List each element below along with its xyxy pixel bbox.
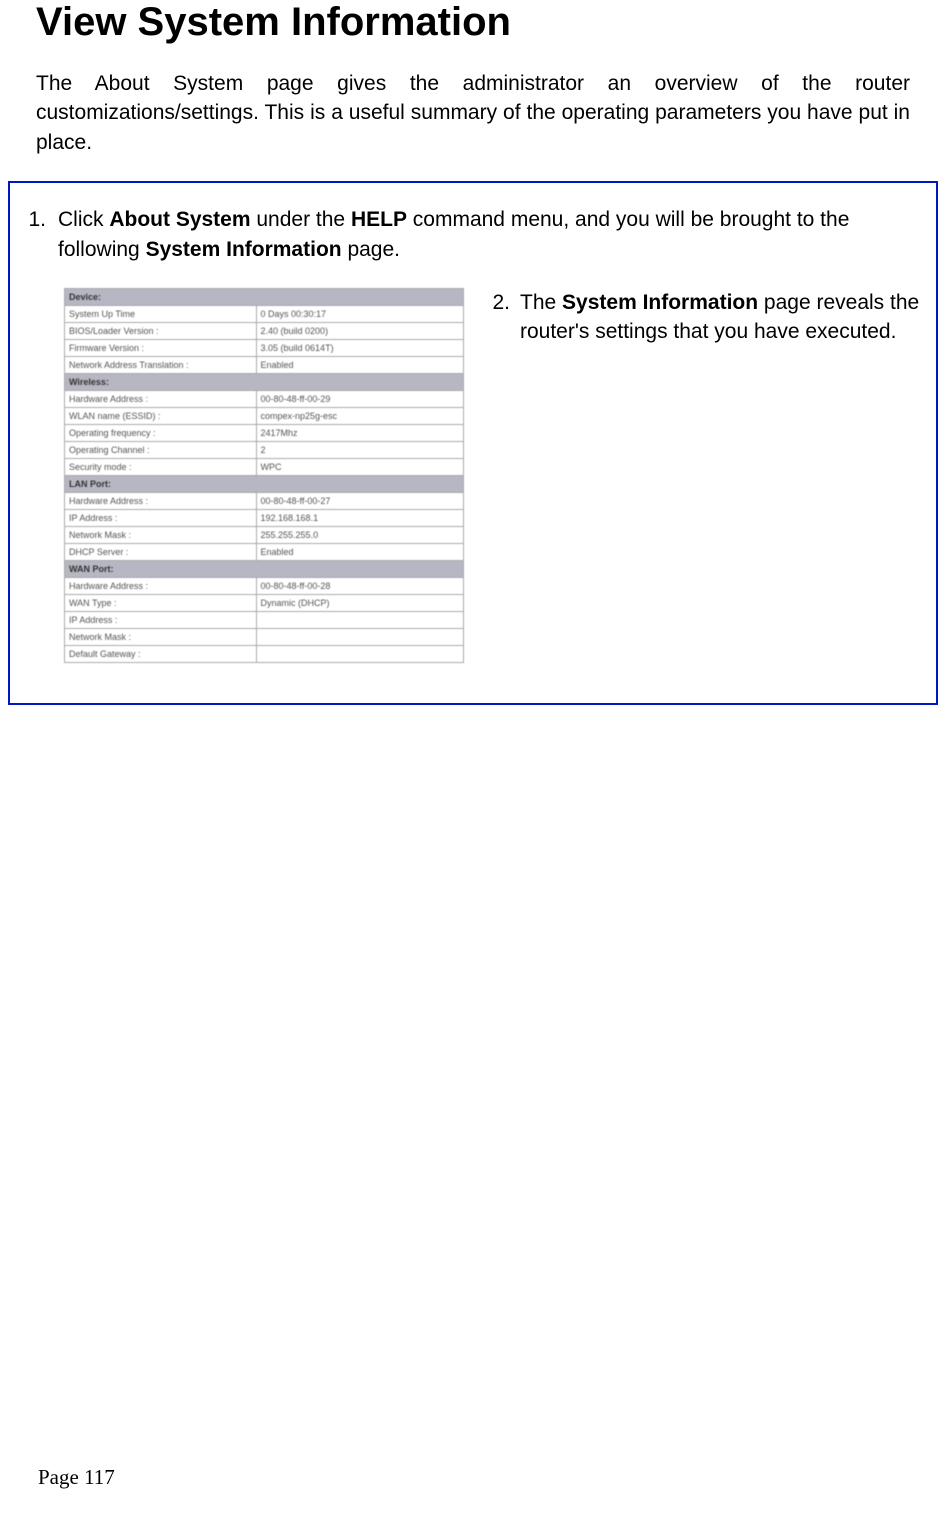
page-heading: View System Information [36,0,910,45]
table-row: WAN Type :Dynamic (DHCP) [65,594,464,611]
table-row: BIOS/Loader Version :2.40 (build 0200) [65,322,464,339]
wan-header: WAN Port: [65,560,464,577]
step2-pre: The [520,291,562,314]
step-1: 1. Click About System under the HELP com… [18,205,920,264]
table-row: Network Mask : [65,628,464,645]
step1-b1: About System [109,208,250,231]
table-row: Hardware Address :00-80-48-ff-00-27 [65,492,464,509]
table-row: Operating Channel :2 [65,441,464,458]
table-row: Hardware Address :00-80-48-ff-00-28 [65,577,464,594]
step1-b3: System Information [146,238,342,261]
intro-paragraph: The About System page gives the administ… [36,69,910,157]
step1-pre: Click [58,208,109,231]
page-number: Page 117 [38,1465,115,1490]
table-row: Hardware Address :00-80-48-ff-00-29 [65,390,464,407]
system-info-table: Device: System Up Time0 Days 00:30:17 BI… [64,288,464,663]
step2-b1: System Information [562,291,758,314]
step-2: 2. The System Information page reveals t… [484,288,920,663]
table-row: Network Mask :255.255.255.0 [65,526,464,543]
wireless-header: Wireless: [65,373,464,390]
table-row: WLAN name (ESSID) :compex-np25g-esc [65,407,464,424]
table-row: Operating frequency :2417Mhz [65,424,464,441]
step-1-text: Click About System under the HELP comman… [58,205,920,264]
table-row: Network Address Translation :Enabled [65,356,464,373]
table-row: Firmware Version :3.05 (build 0614T) [65,339,464,356]
table-row: IP Address : [65,611,464,628]
table-row: Security mode :WPC [65,458,464,475]
step-1-number: 1. [18,205,58,264]
step1-b2: HELP [351,208,407,231]
table-row: System Up Time0 Days 00:30:17 [65,305,464,322]
system-info-screenshot: Device: System Up Time0 Days 00:30:17 BI… [64,288,464,663]
device-header: Device: [65,288,464,305]
step-2-text: The System Information page reveals the … [520,288,920,663]
table-row: Default Gateway : [65,645,464,662]
table-row: IP Address :192.168.168.1 [65,509,464,526]
lan-header: LAN Port: [65,475,464,492]
step-2-number: 2. [484,288,520,663]
table-row: DHCP Server :Enabled [65,543,464,560]
step1-mid1: under the [251,208,351,231]
instruction-box: 1. Click About System under the HELP com… [8,181,938,705]
step1-post: page. [342,238,400,261]
